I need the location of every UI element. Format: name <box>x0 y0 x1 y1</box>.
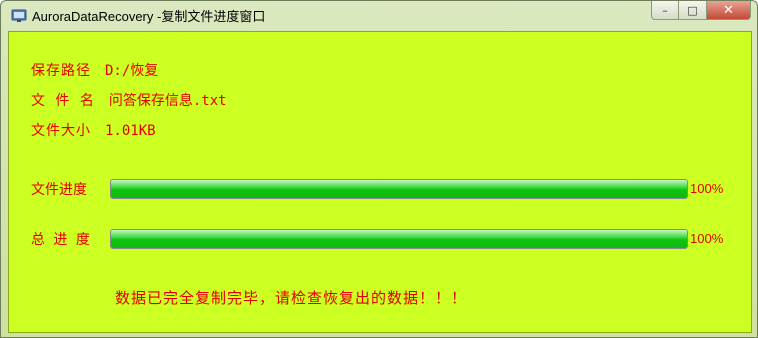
file-name-label: 文 件 名 <box>31 93 95 109</box>
file-name-row: 文 件 名问答保存信息.txt <box>31 90 227 112</box>
total-progress-row: 总 进 度 100% <box>31 229 731 251</box>
minimize-button[interactable]: – <box>651 1 679 20</box>
file-progress-fill <box>111 180 687 198</box>
completion-message: 数据已完全复制完毕，请检查恢复出的数据！！！ <box>115 289 468 307</box>
app-window-icon <box>11 7 27 23</box>
maximize-icon: □ <box>687 3 698 17</box>
total-progress-label: 总 进 度 <box>31 232 90 248</box>
file-progress-row: 文件进度 100% <box>31 179 731 201</box>
title-bar[interactable]: AuroraDataRecovery -复制文件进度窗口 – □ ✕ <box>1 1 757 29</box>
client-area: 保存路径 D:/恢复 文 件 名问答保存信息.txt 文件大小 1.01KB 文件进… <box>8 31 752 333</box>
save-path-value: D:/恢复 <box>105 63 159 79</box>
save-path-label: 保存路径 <box>31 63 91 79</box>
total-progress-fill <box>111 230 687 248</box>
window-controls: – □ ✕ <box>651 1 751 21</box>
copy-progress-window: AuroraDataRecovery -复制文件进度窗口 – □ ✕ 保存路径 D… <box>0 0 758 338</box>
window-title: AuroraDataRecovery -复制文件进度窗口 <box>32 9 266 24</box>
file-name-value: 问答保存信息.txt <box>108 93 227 109</box>
total-progress-bar <box>110 229 688 249</box>
file-size-value: 1.01KB <box>105 123 156 139</box>
maximize-button[interactable]: □ <box>679 1 707 20</box>
file-progress-percent: 100% <box>690 181 724 196</box>
file-size-row: 文件大小 1.01KB <box>31 120 156 142</box>
file-progress-bar <box>110 179 688 199</box>
minimize-icon: – <box>662 3 668 17</box>
file-size-label: 文件大小 <box>31 123 91 139</box>
file-progress-label: 文件进度 <box>31 182 87 198</box>
close-button[interactable]: ✕ <box>707 1 751 20</box>
close-icon: ✕ <box>723 2 734 18</box>
save-path-row: 保存路径 D:/恢复 <box>31 60 158 82</box>
total-progress-percent: 100% <box>690 231 724 246</box>
